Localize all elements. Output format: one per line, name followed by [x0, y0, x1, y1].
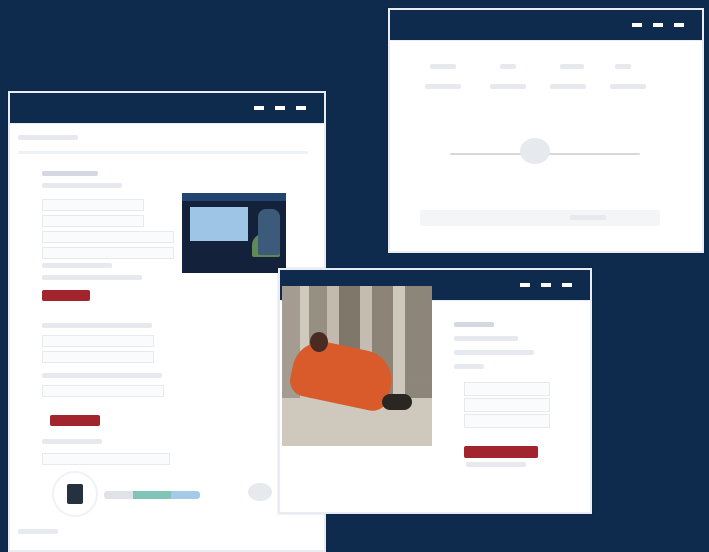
- option-field[interactable]: [464, 414, 550, 428]
- form-field[interactable]: [42, 247, 174, 259]
- option-field[interactable]: [464, 382, 550, 396]
- helper-text: [466, 462, 526, 467]
- feature-icon-1: [430, 64, 456, 69]
- section-subtitle: [42, 183, 122, 188]
- video-screen: [190, 207, 248, 241]
- browser-window-front: [278, 268, 592, 514]
- window-control-dot[interactable]: [296, 106, 306, 110]
- hint-text: [42, 275, 142, 280]
- video-header: [182, 193, 286, 201]
- form-field[interactable]: [42, 215, 144, 227]
- content-block: [420, 210, 660, 226]
- product-meta: [454, 364, 484, 369]
- hint-text: [42, 263, 112, 268]
- window-controls: [254, 106, 306, 110]
- product-title: [454, 322, 494, 327]
- window-title-bar: [390, 10, 702, 41]
- window-title-bar: [10, 93, 324, 124]
- window-control-dot[interactable]: [275, 106, 285, 110]
- photo-head: [310, 332, 328, 352]
- feature-label: [490, 84, 526, 89]
- window-controls: [632, 23, 684, 27]
- progress-bar: [104, 491, 200, 499]
- body-text: [42, 323, 152, 328]
- feature-label: [550, 84, 586, 89]
- window-control-dot[interactable]: [254, 106, 264, 110]
- settings-icon: [520, 138, 550, 164]
- feature-label: [610, 84, 646, 89]
- status-icon: [248, 483, 272, 501]
- form-field[interactable]: [42, 231, 174, 243]
- window-controls: [520, 283, 572, 287]
- link-placeholder[interactable]: [570, 215, 606, 220]
- form-field[interactable]: [42, 335, 154, 347]
- browser-window-back: [388, 8, 704, 253]
- feature-icon-4: [615, 64, 631, 69]
- feature-label: [425, 84, 461, 89]
- breadcrumb: [18, 135, 78, 140]
- footer-text: [18, 529, 58, 534]
- feature-icon-2: [500, 64, 516, 69]
- window-control-dot[interactable]: [632, 23, 642, 27]
- device-glyph: [67, 484, 83, 504]
- video-thumbnail[interactable]: [182, 193, 286, 273]
- window-control-dot[interactable]: [653, 23, 663, 27]
- form-field[interactable]: [42, 385, 164, 397]
- window-control-dot[interactable]: [520, 283, 530, 287]
- feature-icon-3: [560, 64, 584, 69]
- body-text: [42, 373, 162, 378]
- form-field[interactable]: [42, 199, 144, 211]
- section-title: [42, 171, 98, 176]
- add-to-cart-button[interactable]: [464, 446, 538, 458]
- product-meta: [454, 350, 534, 355]
- nav-rule: [18, 151, 308, 154]
- option-field[interactable]: [464, 398, 550, 412]
- hero-photo: [282, 286, 432, 446]
- form-field[interactable]: [42, 453, 170, 465]
- secondary-button[interactable]: [50, 415, 100, 426]
- video-person: [258, 209, 280, 255]
- window-control-dot[interactable]: [562, 283, 572, 287]
- body-text: [42, 439, 102, 444]
- product-subtitle: [454, 336, 518, 341]
- photo-dog: [382, 394, 412, 410]
- device-icon[interactable]: [54, 473, 96, 515]
- window-control-dot[interactable]: [541, 283, 551, 287]
- form-field[interactable]: [42, 351, 154, 363]
- primary-button[interactable]: [42, 290, 90, 301]
- window-control-dot[interactable]: [674, 23, 684, 27]
